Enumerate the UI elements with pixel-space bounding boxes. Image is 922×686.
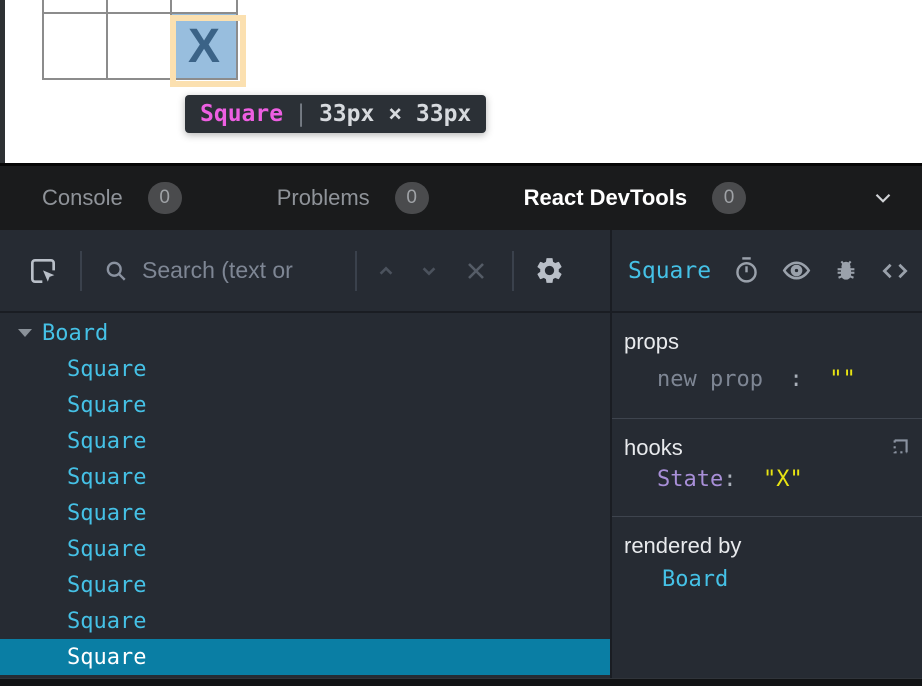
component-name: Square bbox=[67, 501, 146, 526]
tab-label: Problems bbox=[277, 185, 370, 211]
board-cell[interactable] bbox=[108, 14, 172, 78]
tree-row-square[interactable]: Square bbox=[0, 639, 610, 675]
tree-row-square[interactable]: Square bbox=[0, 351, 610, 387]
components-panel-body: Board SquareSquareSquareSquareSquareSqua… bbox=[0, 313, 922, 678]
component-name: Square bbox=[67, 429, 146, 454]
expand-collapse-icon[interactable] bbox=[18, 329, 32, 337]
tree-row-square[interactable]: Square bbox=[0, 459, 610, 495]
chevron-down-icon[interactable] bbox=[416, 258, 442, 284]
hooks-section-title: hooks bbox=[624, 435, 683, 461]
tooltip-component-name: Square bbox=[200, 101, 283, 127]
bug-icon[interactable] bbox=[832, 257, 860, 285]
hooks-section: hooks State: "X" bbox=[612, 419, 922, 517]
search-icon bbox=[102, 257, 130, 285]
search-input[interactable] bbox=[140, 256, 349, 285]
parse-hook-names-icon[interactable] bbox=[886, 435, 912, 461]
board-cell[interactable] bbox=[108, 0, 172, 14]
toolbar-divider bbox=[512, 251, 514, 291]
component-name: Square bbox=[67, 573, 146, 598]
tab-problems[interactable]: Problems 0 bbox=[277, 182, 429, 214]
rendered-by-owner-link[interactable]: Board bbox=[662, 567, 728, 592]
toolbar-divider bbox=[355, 251, 357, 291]
props-section-title: props bbox=[624, 329, 912, 355]
tic-tac-toe-board: X bbox=[42, 0, 238, 80]
inspected-component-name: Square bbox=[628, 258, 711, 284]
devtools-tab-bar: Console 0 Problems 0 React DevTools 0 bbox=[0, 166, 922, 230]
board-cell-x-highlighted[interactable]: X bbox=[172, 14, 236, 78]
eye-icon[interactable] bbox=[781, 255, 812, 286]
view-source-icon[interactable] bbox=[880, 256, 910, 286]
devtools-window: X Square | 33px × 33px Console 0 Problem… bbox=[0, 0, 922, 686]
tab-count-badge: 0 bbox=[148, 182, 182, 214]
tree-row-square[interactable]: Square bbox=[0, 567, 610, 603]
new-prop-row[interactable]: new prop : "" bbox=[657, 367, 912, 392]
inspect-element-icon[interactable] bbox=[27, 255, 59, 287]
tab-label: React DevTools bbox=[524, 185, 687, 211]
clear-search-icon[interactable] bbox=[462, 257, 490, 285]
inspected-element-panel: props new prop : "" hooks State: "X" re bbox=[612, 313, 922, 678]
tree-row-square[interactable]: Square bbox=[0, 531, 610, 567]
prop-value[interactable]: "" bbox=[829, 367, 856, 392]
hook-value[interactable]: "X" bbox=[763, 467, 803, 492]
tree-row-square[interactable]: Square bbox=[0, 423, 610, 459]
tree-row-square[interactable]: Square bbox=[0, 495, 610, 531]
tree-row-board[interactable]: Board bbox=[0, 315, 610, 351]
component-name: Square bbox=[67, 357, 146, 382]
board-cell[interactable] bbox=[172, 0, 236, 14]
component-name: Square bbox=[67, 537, 146, 562]
component-name: Square bbox=[67, 609, 146, 634]
window-left-border bbox=[0, 0, 5, 163]
chevron-up-icon[interactable] bbox=[373, 258, 399, 284]
tree-children: Square Square Square Square Square Square Squa… bbox=[0, 351, 610, 675]
board-cell[interactable] bbox=[44, 14, 108, 78]
tooltip-dimensions: 33px × 33px bbox=[319, 101, 471, 127]
tab-react-devtools[interactable]: React DevTools 0 bbox=[524, 182, 746, 214]
component-name: Square bbox=[67, 393, 146, 418]
tab-count-badge: 0 bbox=[395, 182, 429, 214]
tree-row-square[interactable]: Square bbox=[0, 387, 610, 423]
component-name: Board bbox=[42, 321, 108, 346]
browser-viewport: X Square | 33px × 33px bbox=[0, 0, 922, 163]
state-hook-row[interactable]: State: "X" bbox=[657, 467, 912, 492]
prop-name[interactable]: new prop bbox=[657, 367, 763, 392]
board-cell[interactable] bbox=[44, 0, 108, 14]
toolbar-divider bbox=[80, 251, 82, 291]
tab-count-badge: 0 bbox=[712, 182, 746, 214]
component-name: Square bbox=[67, 465, 146, 490]
tab-label: Console bbox=[42, 185, 123, 211]
chevron-down-icon[interactable] bbox=[870, 185, 896, 211]
components-toolbar-left bbox=[0, 230, 612, 311]
settings-gear-icon[interactable] bbox=[534, 255, 565, 286]
stopwatch-icon[interactable] bbox=[732, 256, 761, 285]
tree-row-square[interactable]: Square bbox=[0, 603, 610, 639]
tooltip-separator: | bbox=[294, 101, 308, 127]
rendered-by-section: rendered by Board bbox=[612, 517, 922, 678]
component-name: Square bbox=[67, 645, 146, 670]
tab-console[interactable]: Console 0 bbox=[42, 182, 182, 214]
components-toolbar: Square bbox=[0, 230, 922, 313]
rendered-by-title: rendered by bbox=[624, 533, 912, 559]
hook-gap bbox=[736, 467, 763, 492]
prop-colon: : bbox=[763, 367, 829, 392]
devtools-bottom-edge bbox=[0, 678, 922, 686]
inspect-overlay-tooltip: Square | 33px × 33px bbox=[185, 95, 486, 133]
hook-colon: : bbox=[723, 467, 736, 492]
component-tree: Board SquareSquareSquareSquareSquareSqua… bbox=[0, 313, 612, 678]
inspected-component-header: Square bbox=[612, 230, 922, 311]
props-section: props new prop : "" bbox=[612, 313, 922, 419]
hook-name[interactable]: State bbox=[657, 467, 723, 492]
